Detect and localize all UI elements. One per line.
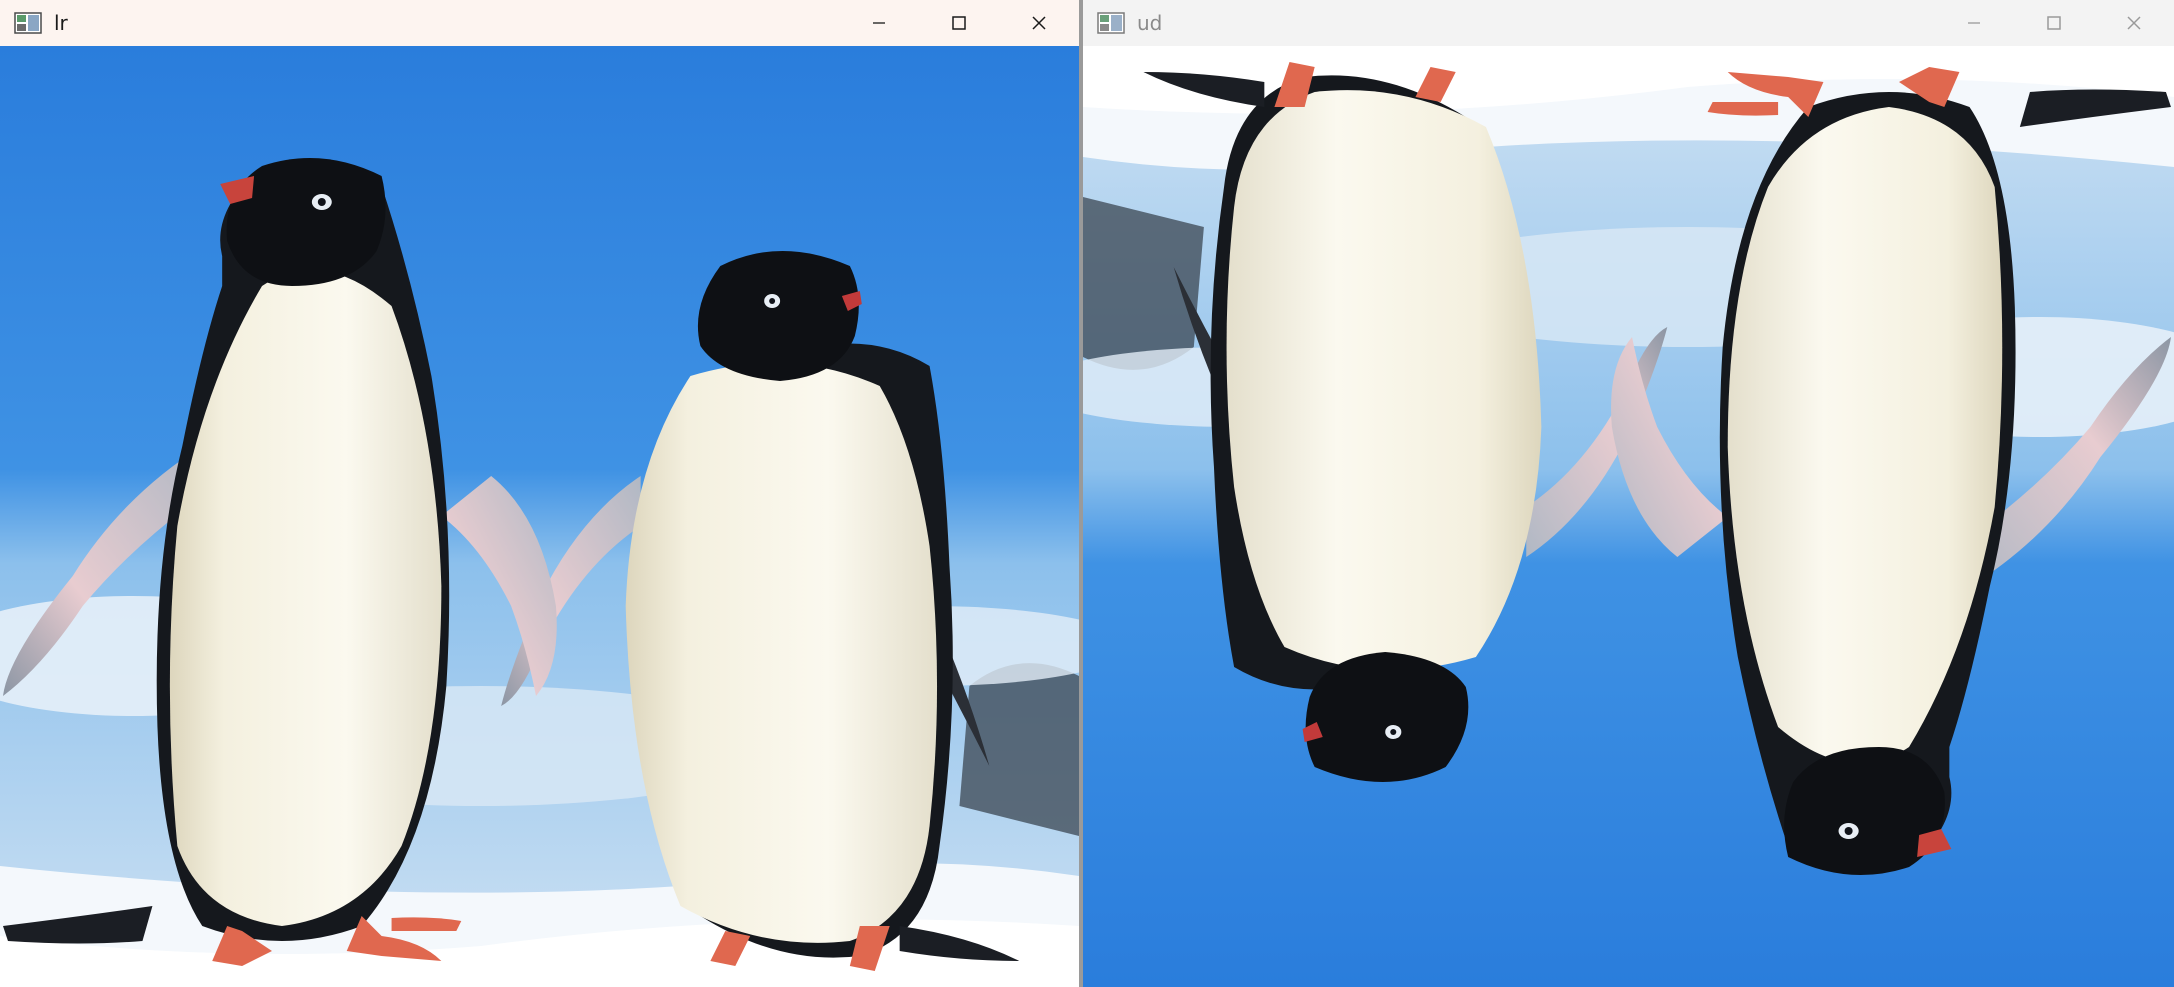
minimize-icon bbox=[1968, 22, 1980, 24]
window-ud: ud bbox=[1083, 0, 2174, 987]
minimize-button[interactable] bbox=[839, 0, 919, 46]
image-canvas-ud[interactable] bbox=[1083, 46, 2174, 987]
window-title: ud bbox=[1137, 11, 1163, 35]
maximize-button[interactable] bbox=[2014, 0, 2094, 46]
title-bar[interactable]: ud bbox=[1083, 0, 2174, 46]
window-title: lr bbox=[54, 11, 68, 35]
close-button[interactable] bbox=[2094, 0, 2174, 46]
close-button[interactable] bbox=[999, 0, 1079, 46]
close-icon bbox=[2127, 16, 2141, 30]
window-lr: lr bbox=[0, 0, 1083, 987]
maximize-button[interactable] bbox=[919, 0, 999, 46]
minimize-button[interactable] bbox=[1934, 0, 2014, 46]
app-window-icon bbox=[1097, 12, 1125, 34]
minimize-icon bbox=[873, 22, 885, 24]
close-icon bbox=[1032, 16, 1046, 30]
title-bar[interactable]: lr bbox=[0, 0, 1079, 46]
maximize-icon bbox=[2047, 16, 2061, 30]
image-canvas-lr[interactable] bbox=[0, 46, 1079, 987]
penguins-image bbox=[0, 46, 1079, 987]
maximize-icon bbox=[952, 16, 966, 30]
penguins-image bbox=[1083, 46, 2174, 987]
app-window-icon bbox=[14, 12, 42, 34]
